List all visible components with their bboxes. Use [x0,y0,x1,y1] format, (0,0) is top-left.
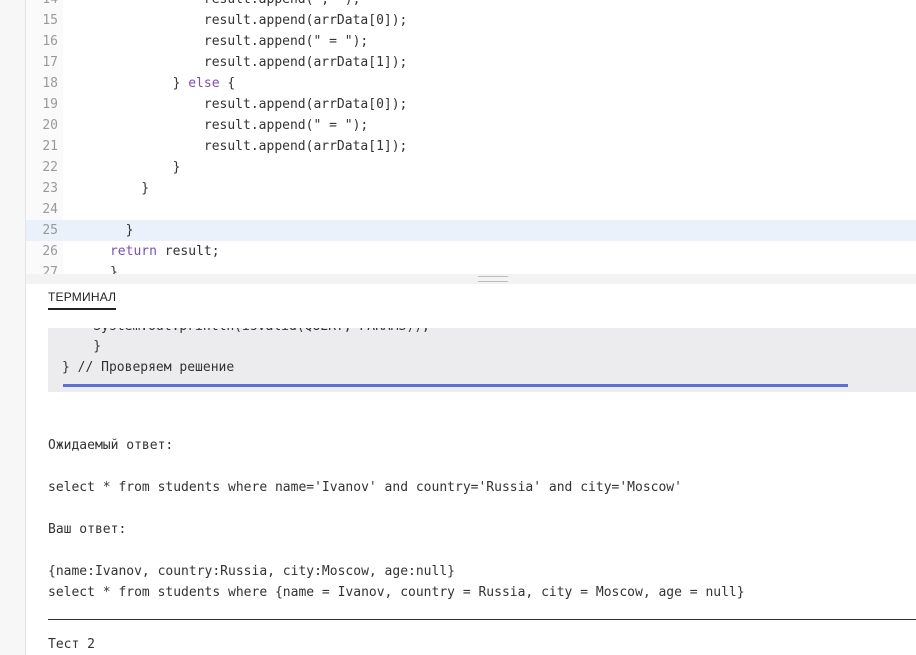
code-text: result.append(", "); [63,0,361,10]
code-line[interactable]: 20 result.append(" = "); [26,115,916,136]
code-line[interactable]: 24 [26,199,916,220]
line-number: 20 [42,118,58,133]
terminal-code-preview: System.out.println(isValid(QUERY, PARAMS… [48,328,916,392]
code-line[interactable]: 18 } else { [26,73,916,94]
line-number: 27 [42,265,58,274]
line-number: 26 [42,244,58,259]
code-editor[interactable]: 14 result.append(", ");15 result.append(… [26,0,916,274]
tab-terminal[interactable]: ТЕРМИНАЛ [48,290,117,310]
line-number: 16 [42,34,58,49]
line-number: 15 [42,13,58,28]
code-text: result.append(" = "); [63,34,369,49]
keyword-token: return [109,244,157,259]
code-line[interactable]: 23 } [26,178,916,199]
your-answer-value: select * from students where {name = Iva… [48,585,745,600]
code-line[interactable]: 25 } [26,220,916,241]
line-number: 21 [42,139,58,154]
code-line[interactable]: 14 result.append(", "); [26,0,916,10]
code-line[interactable]: 21 result.append(arrData[1]); [26,136,916,157]
code-text: } [63,160,181,175]
line-number: 23 [42,181,58,196]
run-progress-fill [63,384,848,387]
line-number: 25 [42,223,58,238]
expected-answer-value: select * from students where name='Ivano… [48,480,682,495]
code-line[interactable]: 16 result.append(" = "); [26,31,916,52]
code-text: } else { [63,76,236,91]
code-line[interactable]: 27 } [26,262,916,274]
run-progress-bar [63,384,916,387]
keyword-token: else [188,76,220,91]
code-line[interactable]: 15 result.append(arrData[0]); [26,10,916,31]
code-text: result.append(arrData[1]); [63,139,408,154]
code-text: } [63,223,134,238]
code-line[interactable]: 22 } [26,157,916,178]
code-preview-line: } [62,339,102,354]
line-number: 24 [42,202,58,217]
line-number: 19 [42,97,58,112]
code-preview-line: } // Проверяем решение [62,360,235,375]
expected-answer-label: Ожидаемый ответ: [48,438,174,453]
your-answer-label: Ваш ответ: [48,522,127,537]
code-text: result.append(arrData[0]); [63,13,408,28]
left-rail [0,0,26,655]
code-line[interactable]: 26 return result; [26,241,916,262]
code-text: result.append(arrData[0]); [63,97,408,112]
code-text: return result; [109,244,220,259]
code-preview-line: System.out.println(isValid(QUERY, PARAMS… [62,328,430,337]
line-number: 22 [42,160,58,175]
code-line[interactable]: 19 result.append(arrData[0]); [26,94,916,115]
drag-grip-icon[interactable] [478,276,508,282]
code-text: result.append(" = "); [63,118,369,133]
your-answer-value: {name:Ivanov, country:Russia, city:Mosco… [48,564,455,579]
section-divider [48,619,916,620]
code-text: result.append(arrData[1]); [63,55,408,70]
code-text: } [63,265,118,274]
next-test-label: Тест 2 [48,637,95,652]
code-line[interactable]: 17 result.append(arrData[1]); [26,52,916,73]
line-number: 17 [42,55,58,70]
line-number: 14 [26,0,58,10]
panel-resize-handle[interactable] [26,274,916,284]
code-text: } [63,181,150,196]
line-number: 18 [42,76,58,91]
